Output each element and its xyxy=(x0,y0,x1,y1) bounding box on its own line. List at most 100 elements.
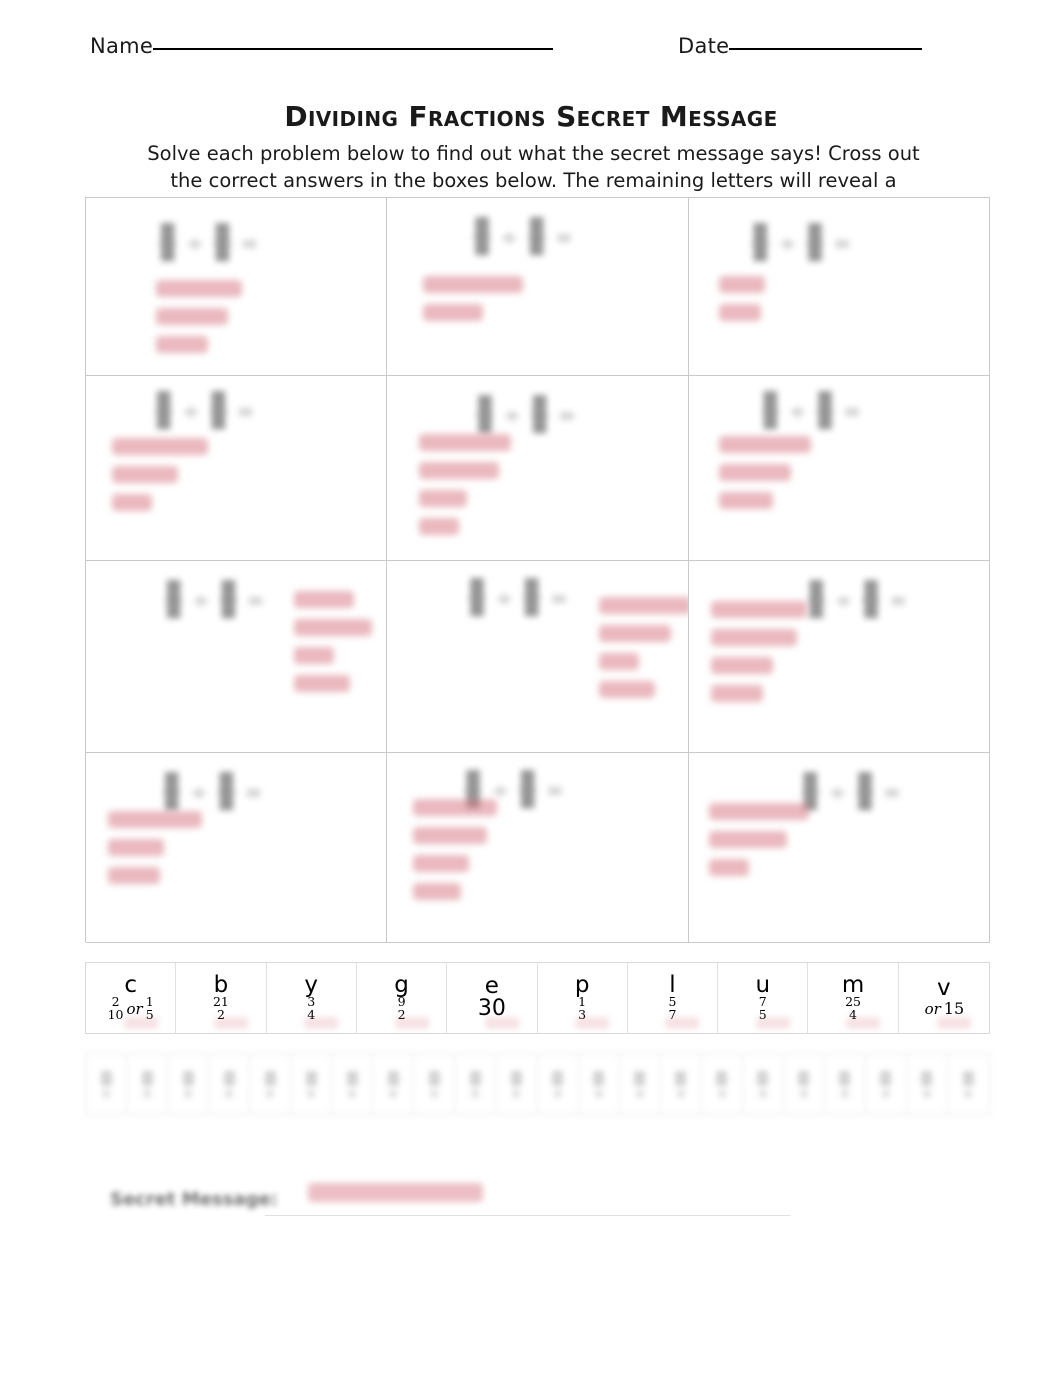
answer-bank-2-cell[interactable] xyxy=(414,1054,456,1114)
answer-bank-2-cell[interactable] xyxy=(250,1054,292,1114)
answer-bank-letter: p xyxy=(574,971,590,998)
problem-cell[interactable]: ██÷██= xyxy=(688,198,990,376)
redacted-submark xyxy=(348,1088,357,1098)
problem-cell[interactable]: ██÷██= xyxy=(688,376,990,561)
redacted-submark xyxy=(225,1088,234,1098)
answer-bank-cell-e[interactable]: e 30 xyxy=(447,963,538,1033)
problem-cell[interactable]: ██÷██= xyxy=(86,561,388,753)
answer-bank-2-cell[interactable] xyxy=(373,1054,415,1114)
page-title: Dividing Fractions Secret Message xyxy=(284,100,778,133)
answer-bank-cell-u[interactable]: u75 xyxy=(718,963,809,1033)
answer-bank-cell-g[interactable]: g92 xyxy=(357,963,448,1033)
solution-line xyxy=(710,629,797,646)
redacted-submark xyxy=(881,1088,890,1098)
answer-bank-2-cell[interactable] xyxy=(455,1054,497,1114)
date-field[interactable]: Date xyxy=(678,34,923,58)
redacted-submark xyxy=(102,1088,111,1098)
answer-bank-cell-l[interactable]: l57 xyxy=(628,963,719,1033)
name-field[interactable]: Name xyxy=(90,34,554,58)
answer-bank-2-cell[interactable] xyxy=(866,1054,907,1114)
solution-line xyxy=(710,685,763,702)
redacted-mark xyxy=(798,1070,810,1086)
redacted-mark xyxy=(141,1070,153,1086)
solution-line xyxy=(108,867,160,884)
redacted-submark xyxy=(799,1088,808,1098)
redacted-mark xyxy=(346,1070,358,1086)
problem-cell[interactable]: ██÷██= xyxy=(387,561,689,753)
solution-line xyxy=(718,436,811,453)
redacted-submark xyxy=(922,1088,931,1098)
answer-bank-2-cell[interactable] xyxy=(661,1054,702,1114)
redacted-mark xyxy=(716,1070,728,1086)
answer-bank-row-2 xyxy=(85,1053,990,1115)
name-blank-line[interactable] xyxy=(153,47,554,50)
redacted-submark xyxy=(635,1088,644,1098)
crossed-out-mark xyxy=(846,1017,881,1029)
answer-bank-letter: e xyxy=(484,973,499,1000)
solution-line xyxy=(419,462,500,479)
problem-cell[interactable]: ██÷██= xyxy=(86,198,388,376)
answer-bank-2-cell[interactable] xyxy=(579,1054,620,1114)
problem-expression-redacted: ██÷██= xyxy=(750,225,851,262)
problem-cell[interactable]: ██÷██= xyxy=(86,376,388,561)
redacted-mark xyxy=(510,1070,522,1086)
solution-line xyxy=(108,839,164,856)
crossed-out-mark xyxy=(755,1017,790,1029)
problem-expression-redacted: ██÷██= xyxy=(806,582,907,619)
answer-bank-2-cell[interactable] xyxy=(86,1054,128,1114)
redacted-submark xyxy=(512,1088,521,1098)
answer-bank-2-cell[interactable] xyxy=(209,1054,251,1114)
redacted-mark xyxy=(962,1070,974,1086)
problem-cell[interactable]: ██÷██= xyxy=(387,753,689,943)
answer-bank-2-cell[interactable] xyxy=(332,1054,374,1114)
solution-line xyxy=(413,855,470,872)
problem-cell[interactable]: ██÷██= xyxy=(387,198,689,376)
redacted-mark xyxy=(100,1070,112,1086)
redacted-mark xyxy=(469,1070,481,1086)
answer-bank-2-cell[interactable] xyxy=(702,1054,743,1114)
answer-bank: c 2 10 or 1 5 b 21 2 y 3 4 g 9 2 e 30 p 1 3 l 5 7 u 7 5 m 25 4 v or 15 xyxy=(85,962,990,1034)
problem-expression-redacted: ██÷██= xyxy=(467,580,568,617)
crossed-out-mark xyxy=(123,1017,158,1029)
crossed-out-mark xyxy=(575,1017,610,1029)
problem-solution-redacted xyxy=(419,434,512,535)
crossed-out-mark xyxy=(485,1017,520,1029)
redacted-mark xyxy=(264,1070,276,1086)
answer-bank-cell-b[interactable]: b 21 2 xyxy=(176,963,267,1033)
answer-bank-letter: l xyxy=(669,971,676,998)
crossed-out-mark xyxy=(394,1017,429,1029)
redacted-mark xyxy=(387,1070,399,1086)
problem-expression-redacted: ██÷██= xyxy=(164,582,264,619)
redacted-submark xyxy=(143,1088,152,1098)
answer-bank-2-cell[interactable] xyxy=(291,1054,333,1114)
solution-line xyxy=(599,681,656,698)
redacted-mark xyxy=(634,1070,646,1086)
answer-bank-2-cell[interactable] xyxy=(948,1054,989,1114)
problem-cell[interactable]: ██÷██= xyxy=(688,753,990,943)
answer-bank-cell-c[interactable]: c 2 10 or 1 5 xyxy=(86,963,177,1033)
answer-bank-2-cell[interactable] xyxy=(168,1054,210,1114)
solution-line xyxy=(708,831,787,848)
answer-bank-cell-p[interactable]: p13 xyxy=(538,963,628,1033)
problem-cell[interactable]: ██÷██= xyxy=(688,561,990,753)
redacted-submark xyxy=(758,1088,767,1098)
problem-cell[interactable]: ██÷██= xyxy=(86,753,388,943)
answer-bank-2-cell[interactable] xyxy=(496,1054,538,1114)
solution-line xyxy=(599,597,688,614)
answer-bank-2-cell[interactable] xyxy=(538,1054,579,1114)
answer-bank-2-cell[interactable] xyxy=(743,1054,784,1114)
redacted-submark xyxy=(717,1088,726,1098)
answer-bank-2-cell[interactable] xyxy=(825,1054,866,1114)
date-blank-line[interactable] xyxy=(729,47,923,50)
problem-grid: █ █ ÷ █ █ = █ █ ÷ █ █ = █ █ ÷ █ █ = █ █ ÷ █ █ = █ █ ÷ █ █ = █ █ ÷ █ █ = █ █ ÷ █… xyxy=(85,197,990,943)
answer-bank-cell-y[interactable]: y34 xyxy=(267,963,357,1033)
redacted-submark xyxy=(430,1088,439,1098)
answer-bank-cell-m[interactable]: m 25 4 xyxy=(808,963,899,1033)
answer-bank-2-cell[interactable] xyxy=(907,1054,948,1114)
problem-cell[interactable]: ██÷██= xyxy=(387,376,689,561)
answer-bank-2-cell[interactable] xyxy=(620,1054,661,1114)
answer-bank-2-cell[interactable] xyxy=(127,1054,169,1114)
answer-bank-cell-v[interactable]: v or 15 xyxy=(899,963,989,1033)
secret-message-underline[interactable] xyxy=(265,1215,790,1216)
answer-bank-2-cell[interactable] xyxy=(784,1054,825,1114)
